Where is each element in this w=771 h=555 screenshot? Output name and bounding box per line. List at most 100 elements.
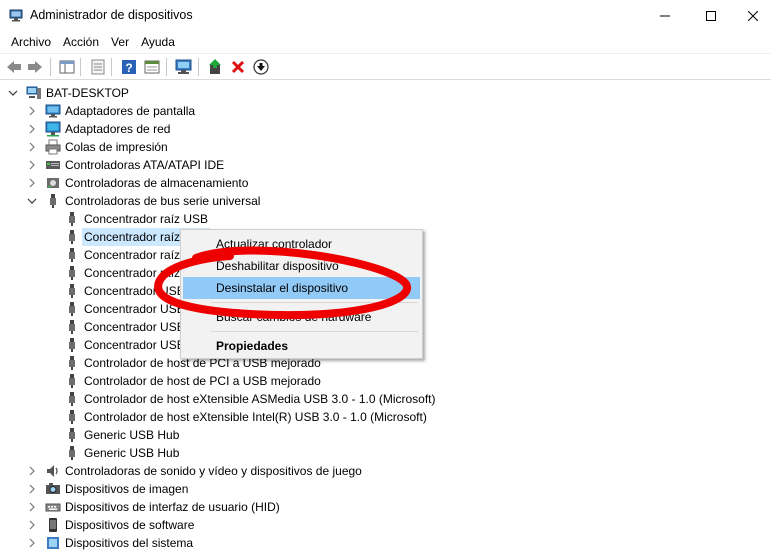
tree-item-label: Colas de impresión	[65, 140, 168, 154]
tree-item-label: Controladoras de almacenamiento	[65, 176, 249, 190]
forward-button[interactable]	[26, 58, 44, 76]
chevron-down-icon[interactable]	[27, 196, 37, 206]
menu-accion[interactable]: Acción	[57, 31, 105, 53]
maximize-button[interactable]	[688, 0, 734, 31]
uninstall-device-button[interactable]	[229, 58, 247, 76]
chevron-right-icon[interactable]	[27, 520, 37, 530]
tree-device[interactable]: Controlador de host eXtensible ASMedia U…	[0, 390, 750, 408]
tree-category[interactable]: Dispositivos de software	[0, 516, 750, 534]
tree-item-label: Controladoras ATA/ATAPI IDE	[65, 158, 225, 172]
back-icon	[7, 61, 21, 73]
usb-icon	[64, 247, 80, 263]
tree-item-label: Controlador de host eXtensible Intel(R) …	[84, 410, 427, 424]
menu-archivo[interactable]: Archivo	[5, 31, 57, 53]
chevron-right-icon[interactable]	[27, 160, 37, 170]
tree-device[interactable]: Generic USB Hub	[0, 426, 750, 444]
back-button[interactable]	[5, 58, 23, 76]
tree-category[interactable]: Controladoras ATA/ATAPI IDE	[0, 156, 750, 174]
chevron-right-icon[interactable]	[27, 484, 37, 494]
menu-bar: Archivo Acción Ver Ayuda	[0, 31, 771, 53]
window-title: Administrador de dispositivos	[30, 8, 193, 22]
tree-item-label: Controladoras de sonido y vídeo y dispos…	[65, 464, 362, 478]
tree-root[interactable]: BAT-DESKTOP	[0, 84, 750, 102]
tree-device[interactable]: Concentrador raíz USB	[0, 210, 750, 228]
tree-item-label: Concentrador USB	[84, 284, 185, 298]
tree-item-label: Generic USB Hub	[84, 446, 180, 460]
menu-update-driver[interactable]: Actualizar controlador	[183, 233, 420, 255]
chevron-right-icon[interactable]	[27, 178, 37, 188]
menu-scan-hardware[interactable]: Buscar cambios de hardware	[183, 306, 420, 328]
usb-icon	[64, 391, 80, 407]
chevron-right-icon[interactable]	[27, 124, 37, 134]
minimize-icon	[660, 15, 670, 16]
tree-item-label: Generic USB Hub	[84, 428, 180, 442]
usb-icon	[64, 229, 80, 245]
disable-device-button[interactable]	[252, 58, 270, 76]
tree-item-label: Concentrador USB	[84, 338, 185, 352]
properties-button[interactable]	[89, 58, 107, 76]
forward-icon	[28, 61, 42, 73]
tree-item-label: Adaptadores de red	[65, 122, 171, 136]
chevron-right-icon[interactable]	[27, 106, 37, 116]
console-tree-icon	[59, 60, 75, 74]
chevron-down-icon[interactable]	[8, 88, 18, 98]
network-icon	[45, 121, 61, 137]
toolbar-separator	[166, 58, 167, 76]
menu-properties[interactable]: Propiedades	[183, 335, 420, 357]
toolbar-separator	[50, 58, 51, 76]
tree-category[interactable]: Adaptadores de pantalla	[0, 102, 750, 120]
usb-icon	[64, 409, 80, 425]
tree-device[interactable]: Controlador de host de PCI a USB mejorad…	[0, 372, 750, 390]
show-hide-console-tree-button[interactable]	[58, 58, 76, 76]
toolbar-separator	[198, 58, 199, 76]
menu-uninstall-device[interactable]: Desinstalar el dispositivo	[183, 277, 420, 299]
details-view-button[interactable]	[143, 58, 161, 76]
download-arrow-icon	[253, 59, 269, 75]
context-menu: Actualizar controlador Deshabilitar disp…	[180, 229, 423, 359]
tree-item-label: Controlador de host eXtensible ASMedia U…	[84, 392, 436, 406]
properties-icon	[91, 59, 105, 75]
tree-category[interactable]: Controladoras de sonido y vídeo y dispos…	[0, 462, 750, 480]
menu-ver[interactable]: Ver	[105, 31, 135, 53]
title-bar: Administrador de dispositivos	[0, 0, 771, 31]
usb-icon	[64, 427, 80, 443]
update-driver-button[interactable]	[206, 58, 224, 76]
software-icon	[45, 517, 61, 533]
tree-category[interactable]: Dispositivos de interfaz de usuario (HID…	[0, 498, 750, 516]
usb-icon	[64, 301, 80, 317]
chevron-right-icon[interactable]	[27, 142, 37, 152]
tree-category[interactable]: Controladoras de bus serie universal	[0, 192, 750, 210]
tree-category[interactable]: Adaptadores de red	[0, 120, 750, 138]
vertical-scrollbar[interactable]	[753, 83, 771, 555]
details-view-icon	[144, 60, 160, 74]
tree-item-label: Dispositivos de imagen	[65, 482, 189, 496]
tree-item-label: Concentrador USB	[84, 320, 185, 334]
tree-item-label: Concentrador USB	[84, 302, 185, 316]
tree-category[interactable]: Dispositivos de imagen	[0, 480, 750, 498]
toolbar-separator	[80, 58, 81, 76]
chevron-right-icon[interactable]	[27, 466, 37, 476]
close-button[interactable]	[734, 0, 771, 31]
tree-device[interactable]: Controlador de host eXtensible Intel(R) …	[0, 408, 750, 426]
tree-item-label: Concentrador raíz USB	[84, 212, 209, 226]
system-icon	[45, 535, 61, 551]
tree-category[interactable]: Colas de impresión	[0, 138, 750, 156]
scan-hardware-button[interactable]	[175, 58, 193, 76]
chevron-right-icon[interactable]	[27, 502, 37, 512]
tree-item-label: BAT-DESKTOP	[46, 86, 129, 100]
menu-ayuda[interactable]: Ayuda	[135, 31, 181, 53]
uninstall-icon	[231, 60, 245, 74]
tree-category[interactable]: Controladoras de almacenamiento	[0, 174, 750, 192]
usb-icon	[64, 265, 80, 281]
scan-hardware-icon	[175, 59, 192, 74]
minimize-button[interactable]	[642, 0, 688, 31]
menu-disable-device[interactable]: Deshabilitar dispositivo	[183, 255, 420, 277]
chevron-right-icon[interactable]	[27, 538, 37, 548]
computer-icon	[26, 85, 42, 101]
menu-separator	[211, 302, 418, 303]
toolbar: ?	[0, 53, 771, 80]
update-driver-icon	[209, 59, 221, 74]
tree-device[interactable]: Generic USB Hub	[0, 444, 750, 462]
tree-category[interactable]: Dispositivos del sistema	[0, 534, 750, 552]
help-button[interactable]: ?	[120, 58, 138, 76]
